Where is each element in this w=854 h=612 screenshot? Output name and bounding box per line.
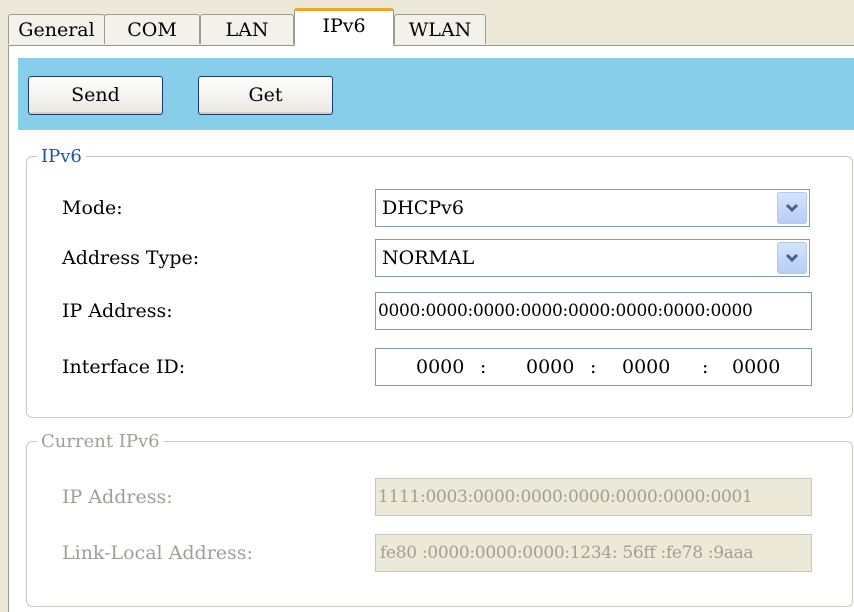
current-ip-address-label: IP Address: bbox=[62, 486, 173, 508]
address-type-label: Address Type: bbox=[62, 247, 200, 269]
interface-id-segment-4[interactable]: 0000 bbox=[732, 349, 780, 385]
link-local-address-field: fe80 :0000:0000:0000:1234: 56ff :fe78 :9… bbox=[375, 534, 812, 572]
ip-address-input[interactable]: 0000:0000:0000:0000:0000:0000:0000:0000 bbox=[375, 292, 812, 330]
interface-id-segment-3[interactable]: 0000 bbox=[622, 349, 670, 385]
get-button[interactable]: Get bbox=[198, 76, 333, 115]
tab-strip: General COM LAN IPv6 WLAN bbox=[0, 0, 854, 46]
mode-value: DHCPv6 bbox=[382, 197, 464, 219]
current-ipv6-legend: Current IPv6 bbox=[41, 431, 160, 452]
tab-lan[interactable]: LAN bbox=[200, 14, 294, 44]
current-ipv6-group: Current IPv6 bbox=[26, 431, 853, 607]
interface-id-separator: : bbox=[702, 356, 709, 378]
link-local-address-label: Link-Local Address: bbox=[62, 542, 253, 564]
send-button[interactable]: Send bbox=[28, 76, 163, 115]
mode-label: Mode: bbox=[62, 197, 123, 219]
ip-address-label: IP Address: bbox=[62, 300, 173, 322]
tab-wlan[interactable]: WLAN bbox=[394, 14, 486, 44]
tab-ipv6[interactable]: IPv6 bbox=[294, 8, 394, 46]
current-ip-address-field: 1111:0003:0000:0000:0000:0000:0000:0001 bbox=[375, 478, 812, 516]
tab-com[interactable]: COM bbox=[104, 14, 200, 44]
address-type-select[interactable]: NORMAL bbox=[375, 239, 810, 277]
interface-id-input[interactable]: 0000 : 0000 : 0000 : 0000 bbox=[375, 348, 812, 386]
interface-id-separator: : bbox=[480, 356, 487, 378]
address-type-value: NORMAL bbox=[382, 247, 475, 269]
tab-general[interactable]: General bbox=[8, 14, 105, 44]
chevron-down-icon[interactable] bbox=[777, 192, 807, 224]
interface-id-separator: : bbox=[590, 356, 597, 378]
ipv6-legend: IPv6 bbox=[41, 146, 82, 167]
chevron-down-icon[interactable] bbox=[777, 242, 807, 274]
interface-id-segment-1[interactable]: 0000 bbox=[416, 349, 464, 385]
mode-select[interactable]: DHCPv6 bbox=[375, 189, 810, 227]
interface-id-label: Interface ID: bbox=[62, 356, 186, 378]
interface-id-segment-2[interactable]: 0000 bbox=[526, 349, 574, 385]
